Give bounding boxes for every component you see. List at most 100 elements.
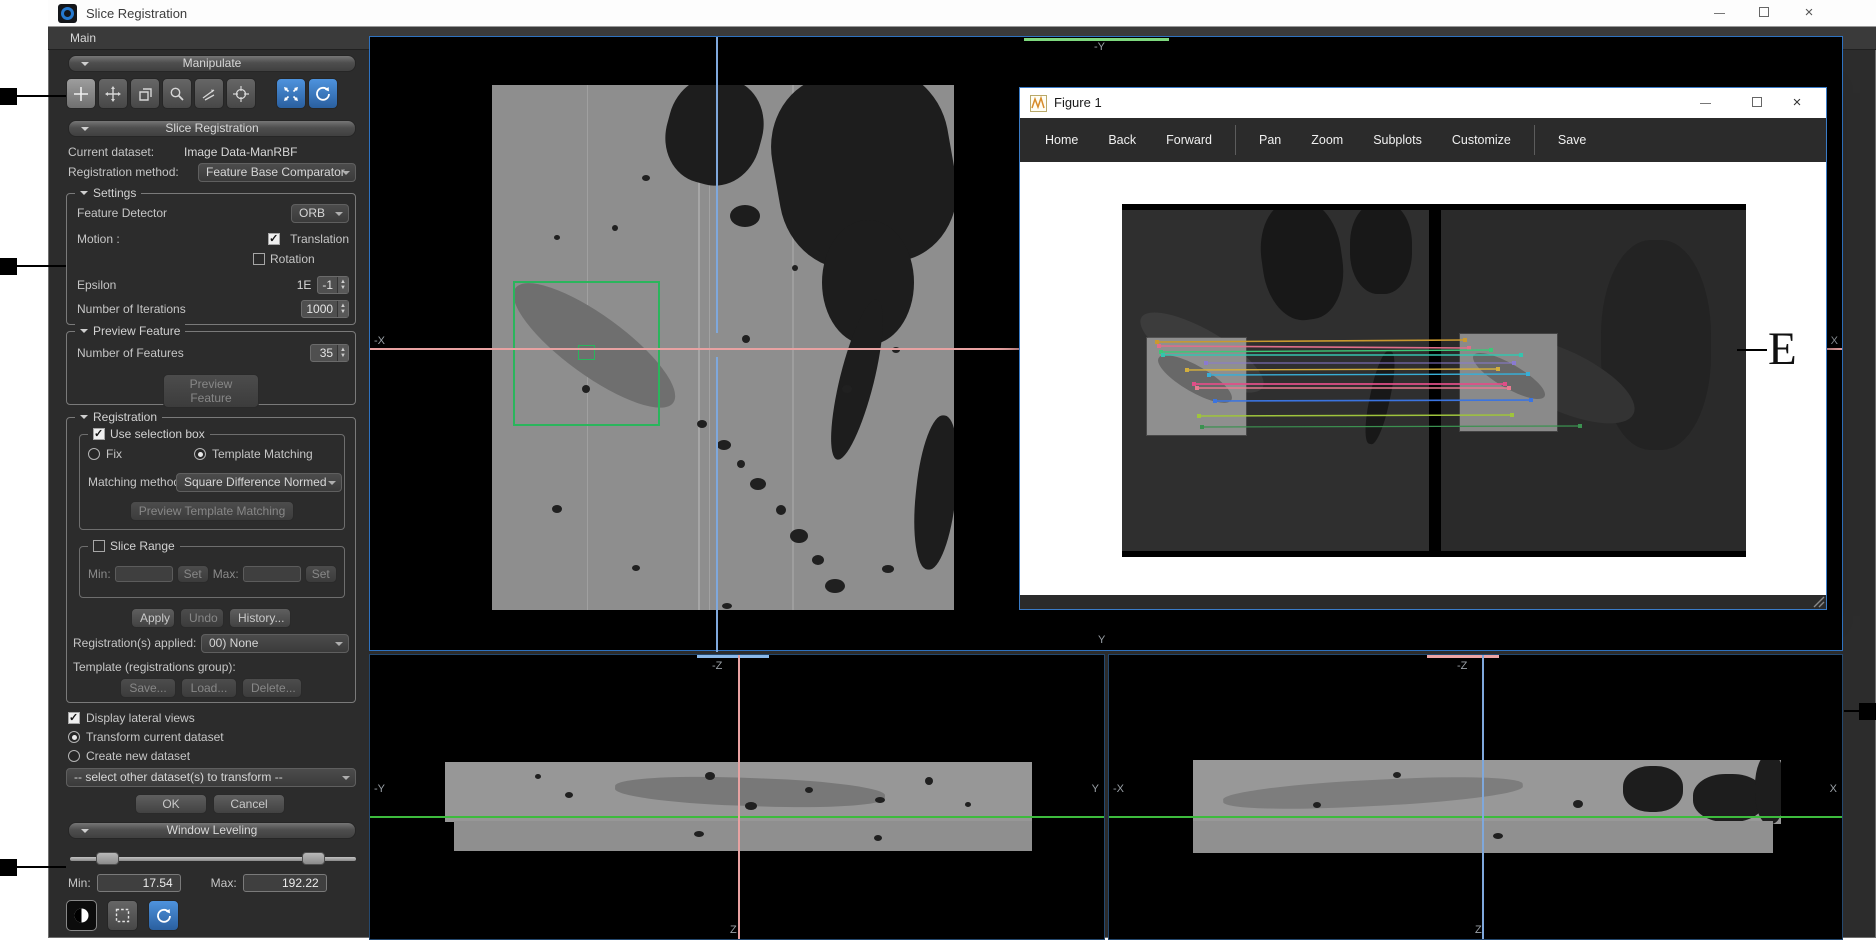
crosshair-vertical-red[interactable] [738,655,740,939]
num-features-spinner[interactable]: 35 ▲▼ [310,344,349,362]
transform-current-dataset-radio[interactable] [68,731,80,743]
minimize-button[interactable] [1704,0,1734,26]
settings-legend[interactable]: Settings [75,186,141,200]
slice-min-set-button[interactable]: Set [177,565,209,583]
crosshair-tool-button[interactable] [66,78,96,109]
epsilon-base: 1E [297,278,312,292]
lateral-view-left[interactable]: -Z Z -Y Y [369,654,1105,940]
figure-home-button[interactable]: Home [1030,133,1093,147]
wl-min-input[interactable]: 17.54 [97,874,181,892]
slice-max-set-button[interactable]: Set [305,565,337,583]
other-dataset-select[interactable]: -- select other dataset(s) to transform … [66,768,356,787]
matching-method-select[interactable]: Square Difference Normed [176,473,342,492]
manipulate-header[interactable]: Manipulate [68,55,356,72]
spinner-arrows-icon[interactable]: ▲▼ [337,277,348,293]
save-button[interactable]: Save... [120,678,176,698]
ok-button[interactable]: OK [135,794,207,814]
axis-label-br-left: -X [1113,783,1124,795]
rotate-slice-tool-button[interactable] [194,78,224,109]
delete-button[interactable]: Delete... [242,678,302,698]
history-button[interactable]: History... [229,608,291,628]
slice-min-input[interactable] [115,566,173,582]
wl-reset-button[interactable] [148,900,179,931]
slice-indicator-salmon[interactable] [1427,655,1499,658]
marquee-button[interactable] [107,900,138,931]
figure-forward-button[interactable]: Forward [1151,133,1227,147]
target-tool-button[interactable] [226,78,256,109]
figure-maximize-button[interactable] [1742,90,1772,116]
reset-rotation-icon [156,908,172,924]
use-selection-box-checkbox[interactable] [93,428,105,440]
window-leveling-header[interactable]: Window Leveling [68,822,356,839]
maximize-button[interactable] [1749,0,1779,26]
lateral-green-line[interactable] [1109,816,1842,818]
use-selection-box-legend: Use selection box [88,427,210,441]
slider-min-handle[interactable] [96,852,119,865]
apply-button[interactable]: Apply [131,608,175,628]
resize-grip-icon[interactable] [1813,596,1825,608]
fix-radio[interactable] [88,448,100,460]
figure-zoom-button[interactable]: Zoom [1296,133,1358,147]
figure-pan-button[interactable]: Pan [1244,133,1296,147]
registration-legend[interactable]: Registration [75,410,162,424]
epsilon-exponent-spinner[interactable]: -1 ▲▼ [317,276,349,294]
registration-method-select[interactable]: Feature Base Comparator [198,163,356,182]
crosshair-vertical[interactable] [716,357,718,652]
crosshair-vertical[interactable] [716,37,718,333]
feature-detector-select[interactable]: ORB [291,204,349,223]
wl-max-input[interactable]: 192.22 [243,874,327,892]
collapse-arrow-icon [81,62,89,70]
slider-track[interactable] [70,857,356,861]
figure-save-button[interactable]: Save [1543,133,1602,147]
slider-max-handle[interactable] [302,852,325,865]
iterations-spinner[interactable]: 1000 ▲▼ [301,300,349,318]
menu-main[interactable]: Main [70,31,96,45]
slice-registration-header[interactable]: Slice Registration [68,120,356,137]
figure-toolbar: Home Back Forward Pan Zoom Subplots Cust… [1020,118,1826,162]
app-titlebar: Slice Registration × [48,0,1876,27]
spinner-arrows-icon[interactable]: ▲▼ [337,345,348,361]
cancel-button[interactable]: Cancel [213,794,285,814]
spinner-arrows-icon[interactable]: ▲▼ [337,301,348,317]
reset-view-button[interactable] [308,78,338,109]
figure-minimize-button[interactable] [1690,90,1720,116]
figure-titlebar[interactable]: Figure 1 × [1020,88,1826,118]
settings-group: Settings Feature Detector ORB Motion : T… [66,193,356,325]
figure-back-button[interactable]: Back [1093,133,1151,147]
slices-tool-button[interactable] [130,78,160,109]
figure-subplots-button[interactable]: Subplots [1358,133,1437,147]
zoom-tool-button[interactable] [162,78,192,109]
contrast-button[interactable] [66,900,97,931]
fit-view-button[interactable] [276,78,306,109]
rotation-checkbox[interactable] [253,253,265,265]
registrations-applied-select[interactable]: 00) None [201,634,349,653]
preview-feature-button[interactable]: Preview Feature [163,374,259,408]
wl-max-label: Max: [211,876,237,890]
crosshair-vertical-blue[interactable] [1482,655,1484,939]
figure-close-button[interactable]: × [1782,90,1812,116]
use-selection-box-group: Use selection box Fix Template Matching … [79,434,345,530]
figure-canvas[interactable] [1020,162,1826,595]
slice-indicator-blue[interactable] [697,655,769,658]
create-new-dataset-radio[interactable] [68,750,80,762]
preview-feature-legend[interactable]: Preview Feature [75,324,185,338]
axis-label-main-right: X [1831,335,1838,347]
slice-range-legend: Slice Range [88,539,180,553]
slice-min-label: Min: [88,567,111,581]
pan-tool-button[interactable] [98,78,128,109]
preview-template-matching-button[interactable]: Preview Template Matching [130,501,295,521]
slice-range-checkbox[interactable] [93,540,105,552]
collapse-arrow-icon [80,329,88,337]
figure-customize-button[interactable]: Customize [1437,133,1526,147]
lateral-green-line[interactable] [370,816,1104,818]
template-matching-radio[interactable] [194,448,206,460]
annotation-line-4 [1844,710,1861,712]
close-button[interactable]: × [1794,0,1824,26]
translation-checkbox[interactable] [268,233,280,245]
display-lateral-views-checkbox[interactable] [68,712,80,724]
slice-max-input[interactable] [243,566,301,582]
lateral-view-right[interactable]: -Z Z -X X [1108,654,1843,940]
lateral-left-image-offset [454,821,1032,851]
undo-button[interactable]: Undo [180,608,224,628]
load-button[interactable]: Load... [181,678,237,698]
